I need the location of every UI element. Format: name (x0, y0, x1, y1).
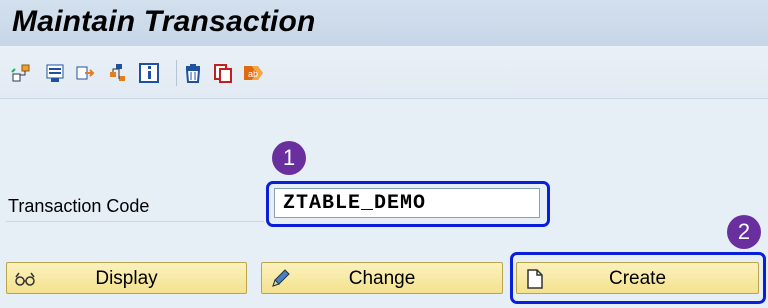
rename-icon[interactable]: ab (242, 62, 264, 84)
delete-icon[interactable] (182, 62, 204, 84)
change-button[interactable]: Change (261, 262, 503, 294)
label-underline (6, 221, 264, 222)
where-used-icon[interactable] (74, 62, 96, 84)
page-title: Maintain Transaction (12, 5, 316, 38)
hierarchy-icon[interactable] (10, 62, 32, 84)
highlight-box-create-button (510, 252, 766, 304)
svg-text:ab: ab (248, 69, 258, 79)
title-bar: Maintain Transaction (0, 0, 768, 47)
transaction-code-label: Transaction Code (8, 196, 150, 216)
application-toolbar: ab (0, 46, 768, 99)
display-button[interactable]: Display (6, 262, 247, 294)
change-button-label: Change (348, 268, 416, 289)
display-object-list-icon[interactable] (44, 62, 66, 84)
display-button-label: Display (95, 268, 158, 289)
copy-icon[interactable] (212, 62, 234, 84)
step-badge-1: 1 (272, 141, 306, 175)
step-badge-2: 2 (727, 215, 761, 249)
highlight-box-transaction-field (266, 181, 550, 227)
info-icon[interactable] (138, 62, 160, 84)
object-tree-icon[interactable] (106, 62, 128, 84)
toolbar-separator (176, 60, 177, 86)
